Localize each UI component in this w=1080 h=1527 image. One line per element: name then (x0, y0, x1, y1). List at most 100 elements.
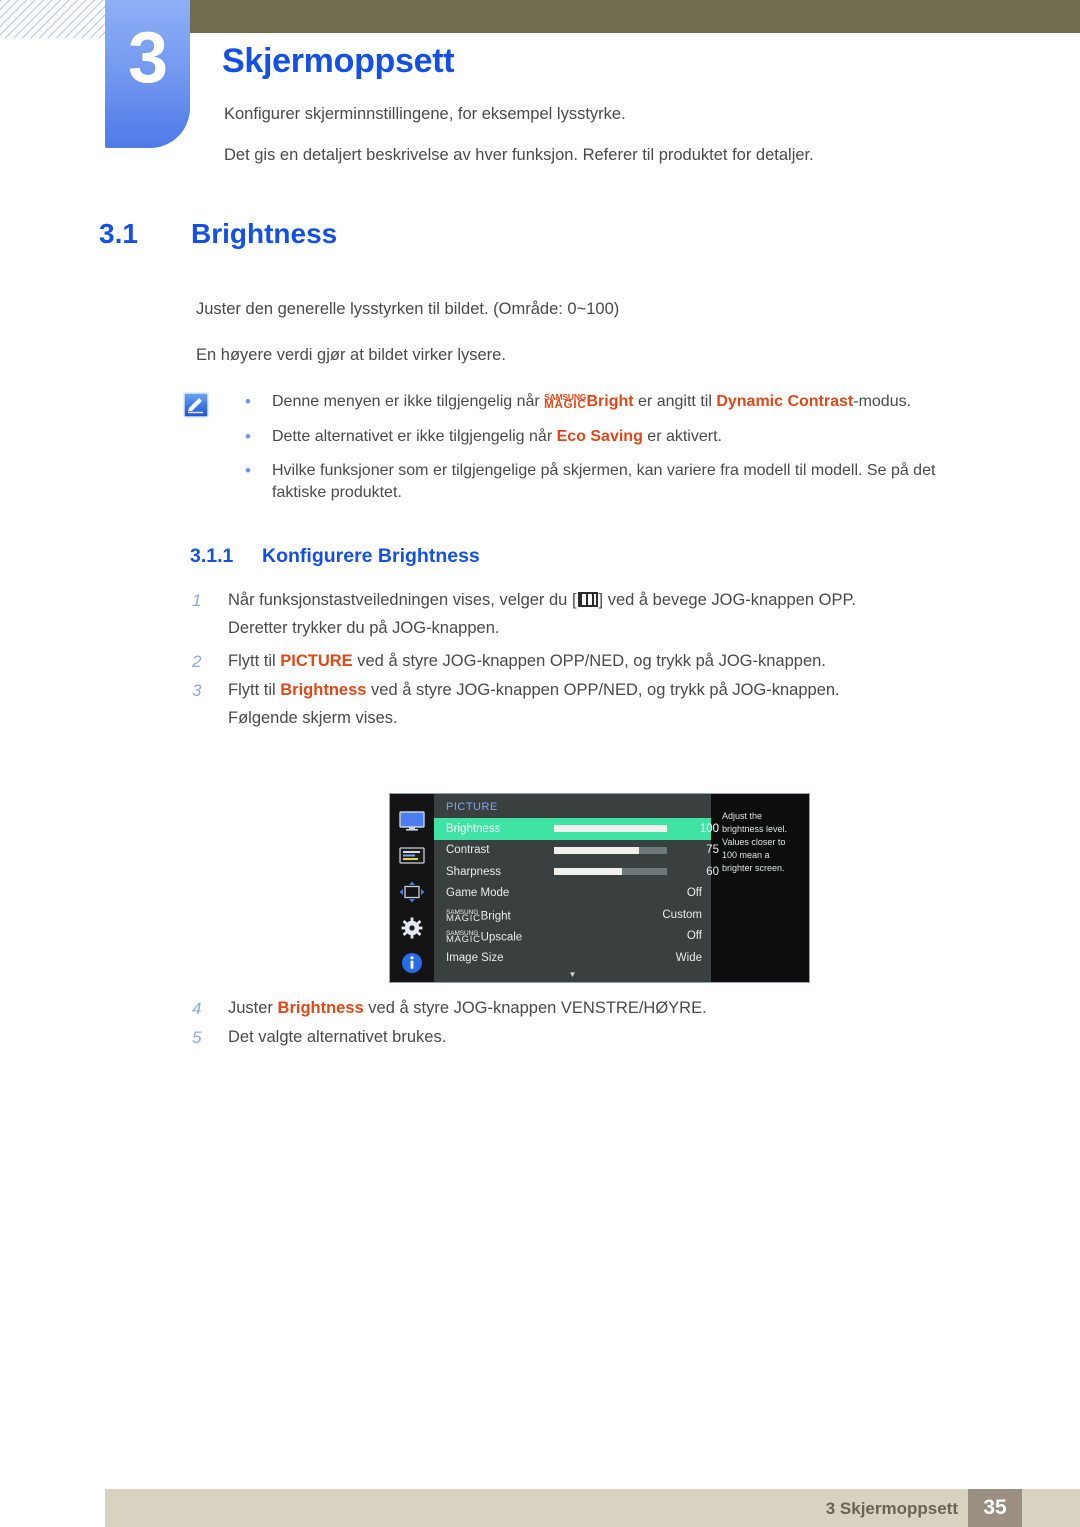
step-item: 1 Når funksjonstastveiledningen vises, v… (190, 590, 990, 639)
step-subline: Deretter trykker du på JOG-knappen. (228, 619, 500, 638)
note-item: • Denne menyen er ikke tilgjengelig når … (240, 391, 960, 413)
bullet-icon: • (245, 426, 251, 446)
osd-slider-track (554, 846, 667, 854)
step-text-post: ved å styre JOG-knappen OPP/NED, og tryk… (366, 681, 840, 700)
osd-slider-fill (554, 846, 639, 854)
osd-row-contrast[interactable]: Contrast 75 (434, 840, 719, 862)
magic-large-text: MAGIC (446, 934, 481, 946)
gear-icon[interactable] (401, 911, 423, 945)
osd-row-value: Off (686, 930, 702, 943)
note-text-post: er aktivert. (642, 427, 722, 445)
osd-row-label: SAMSUNG MAGIC Upscale (446, 929, 554, 946)
osd-menu-panel: PICTURE Brightness 100 Contrast 75 Sharp… (434, 794, 719, 982)
note-magic-word: Bright (586, 393, 634, 410)
note-pencil-icon (183, 392, 209, 418)
note-text-pre: Hvilke funksjoner som er tilgjengelige p… (272, 462, 936, 501)
step-text-pre: Juster (228, 999, 278, 1017)
osd-row-magicupscale[interactable]: SAMSUNG MAGIC Upscale Off (434, 926, 711, 948)
osd-row-value: Wide (675, 951, 702, 964)
step-item: 2 Flytt til PICTURE ved å styre JOG-knap… (190, 651, 990, 672)
osd-slider[interactable] (554, 846, 673, 854)
note-list: • Denne menyen er ikke tilgjengelig når … (240, 391, 960, 516)
osd-row-value: Custom (662, 908, 702, 921)
osd-slider-fill (554, 868, 622, 876)
menu-bars-icon (577, 592, 598, 607)
chevron-down-icon[interactable]: ▼ (434, 971, 711, 979)
chapter-number: 3 (127, 18, 168, 98)
step-number: 5 (192, 1028, 202, 1048)
note-text-pre: Dette alternativet er ikke tilgjengelig … (272, 427, 557, 445)
section-paragraph-2: En høyere verdi gjør at bildet virker ly… (196, 346, 506, 364)
osd-row-sharpness[interactable]: Sharpness 60 (434, 861, 719, 883)
osd-slider[interactable] (554, 868, 673, 876)
step-text-pre: Flytt til (228, 652, 281, 671)
step-item: 3 Flytt til Brightness ved å styre JOG-k… (190, 680, 990, 729)
samsung-magic-logo: SAMSUNG MAGIC (544, 392, 587, 411)
osd-row-label: Sharpness (446, 865, 501, 878)
osd-display-icon[interactable] (399, 840, 425, 874)
chapter-intro-line-2: Det gis en detaljert beskrivelse av hver… (224, 146, 814, 164)
osd-slider-fill (554, 825, 667, 833)
samsung-magic-logo: SAMSUNG MAGIC (446, 930, 481, 946)
osd-row-label: Image Size (446, 951, 504, 964)
magic-large-text: MAGIC (446, 912, 481, 924)
monitor-icon[interactable] (399, 804, 425, 838)
osd-icon-rail (390, 794, 434, 982)
step-text-pre: Det valgte alternativet brukes. (228, 1028, 447, 1047)
resize-arrows-icon[interactable] (399, 875, 425, 909)
samsung-magic-logo: SAMSUNG MAGIC (446, 909, 481, 924)
osd-menu-screenshot: PICTURE Brightness 100 Contrast 75 Sharp… (389, 793, 810, 983)
step-text-pre: Når funksjonstastveiledningen vises, vel… (228, 591, 577, 609)
osd-row-label: Contrast (446, 844, 490, 857)
footer-page-number: 35 (968, 1489, 1022, 1527)
subsection-number: 3.1.1 (190, 545, 234, 567)
note-text-post: -modus. (853, 393, 912, 410)
step-keyword: Brightness (277, 999, 364, 1017)
osd-tooltip: Adjust the brightness level. Values clos… (711, 794, 809, 982)
osd-row-label: Game Mode (446, 887, 510, 900)
step-text-post: ved å styre JOG-knappen OPP/NED, og tryk… (352, 652, 826, 671)
osd-slider-track (554, 825, 667, 833)
info-icon[interactable] (401, 946, 423, 980)
osd-row-image-size[interactable]: Image Size Wide (434, 947, 711, 969)
osd-panel-title: PICTURE (446, 801, 498, 813)
step-number: 4 (192, 999, 202, 1018)
magic-large-text: MAGIC (544, 399, 587, 411)
step-text-post: ] ved å bevege JOG-knappen OPP. (598, 591, 856, 609)
osd-row-label: SAMSUNG MAGIC Bright (446, 908, 554, 924)
step-number: 1 (192, 591, 202, 610)
chapter-intro-line-1: Konfigurer skjerminnstillingene, for eks… (224, 105, 626, 123)
chapter-number-tab: 3 (105, 0, 190, 148)
subsection-heading: 3.1.1 Konfigurere Brightness (190, 545, 480, 568)
osd-row-value: 60 (706, 865, 719, 878)
section-title: Brightness (191, 218, 338, 249)
step-keyword: PICTURE (280, 652, 353, 671)
subsection-title: Konfigurere Brightness (262, 545, 480, 567)
section-number: 3.1 (99, 218, 138, 249)
note-item: • Dette alternativet er ikke tilgjengeli… (240, 426, 960, 448)
bullet-icon: • (245, 392, 251, 411)
osd-row-label-suffix: Upscale (480, 931, 523, 944)
osd-row-game-mode[interactable]: Game Mode Off (434, 883, 711, 905)
osd-row-value: Off (686, 887, 702, 900)
step-text-post: ved å styre JOG-knappen VENSTRE/HØYRE. (363, 999, 707, 1017)
note-keyword: Dynamic Contrast (716, 393, 854, 410)
chapter-header-bar (177, 0, 1080, 33)
step-list-bottom: 4 Juster Brightness ved å styre JOG-knap… (190, 998, 990, 1053)
osd-row-value: 100 (699, 822, 719, 835)
step-subline: Følgende skjerm vises. (228, 709, 398, 728)
section-heading: 3.1 Brightness (99, 218, 337, 250)
osd-row-magicbright[interactable]: SAMSUNG MAGIC Bright Custom (434, 904, 711, 926)
osd-row-brightness[interactable]: Brightness 100 (434, 818, 719, 840)
step-item: 4 Juster Brightness ved å styre JOG-knap… (190, 998, 990, 1019)
step-item: 5 Det valgte alternativet brukes. (190, 1027, 990, 1048)
note-text-pre: Denne menyen er ikke tilgjengelig når (272, 393, 545, 410)
osd-slider[interactable] (554, 825, 673, 833)
note-item: • Hvilke funksjoner som er tilgjengelige… (240, 460, 960, 503)
osd-slider-track (554, 868, 667, 876)
step-number: 2 (192, 652, 202, 672)
hatch-decoration (0, 0, 108, 38)
note-text-mid: er angitt til (633, 393, 717, 410)
step-number: 3 (192, 681, 202, 701)
footer-chapter-label: 3 Skjermoppsett (825, 1499, 958, 1518)
